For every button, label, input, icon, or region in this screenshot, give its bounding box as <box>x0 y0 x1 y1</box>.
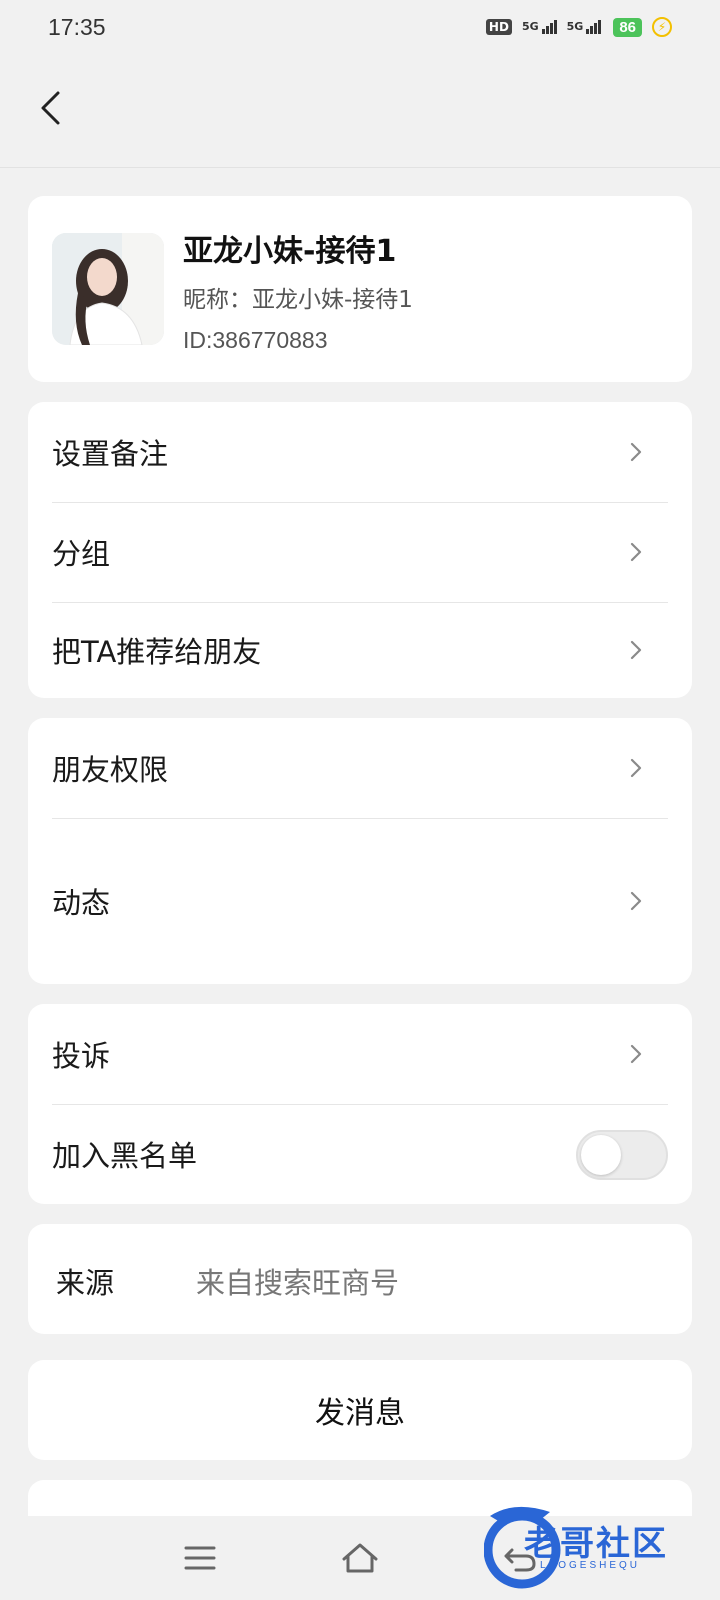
recommend-to-friend-row[interactable]: 把TA推荐给朋友 <box>52 602 668 698</box>
settings-section-3: 投诉 加入黑名单 <box>28 1004 692 1204</box>
moments-label: 动态 <box>52 886 111 920</box>
watermark-subtext: LAOGESHEQU <box>540 1560 641 1571</box>
watermark-logo: 老哥社区 LAOGESHEQU <box>484 1500 712 1592</box>
chevron-right-icon <box>630 542 642 562</box>
chevron-left-icon <box>41 91 60 125</box>
back-button[interactable] <box>28 86 72 130</box>
source-value: 来自搜索旺商号 <box>196 1266 400 1300</box>
toggle-knob <box>581 1135 621 1175</box>
set-remark-label: 设置备注 <box>52 437 169 471</box>
chevron-right-icon <box>630 1044 642 1064</box>
network-type-2: 5G <box>566 20 584 33</box>
blacklist-toggle[interactable] <box>576 1130 668 1180</box>
network-type-1: 5G <box>521 20 539 33</box>
complaint-label: 投诉 <box>52 1039 111 1073</box>
source-label: 来源 <box>56 1266 115 1300</box>
charging-icon: ⚡ <box>652 17 672 37</box>
status-icons: HD 5G 5G 86 ⚡ <box>485 17 672 37</box>
moments-row[interactable]: 动态 <box>52 818 668 984</box>
status-bar: 17:35 HD 5G 5G 86 ⚡ <box>0 0 720 54</box>
profile-nickname: 昵称：亚龙小妹-接待1 <box>183 287 413 313</box>
recommend-label: 把TA推荐给朋友 <box>52 635 262 669</box>
home-button[interactable] <box>338 1536 382 1580</box>
chevron-right-icon <box>630 640 642 660</box>
menu-icon <box>184 1546 216 1570</box>
settings-section-2: 朋友权限 动态 <box>28 718 692 984</box>
watermark-text: 老哥社区 <box>524 1524 668 1564</box>
hd-voice-icon: HD <box>485 19 512 35</box>
friend-permissions-row[interactable]: 朋友权限 <box>52 718 668 818</box>
chevron-right-icon <box>630 891 642 911</box>
profile-id: ID:386770883 <box>183 327 328 353</box>
status-time: 17:35 <box>48 13 106 40</box>
set-remark-row[interactable]: 设置备注 <box>52 402 668 502</box>
send-message-button[interactable]: 发消息 <box>28 1360 692 1460</box>
group-label: 分组 <box>52 537 111 571</box>
blacklist-label: 加入黑名单 <box>52 1139 198 1173</box>
group-row[interactable]: 分组 <box>52 502 668 602</box>
profile-card: 亚龙小妹-接待1 昵称：亚龙小妹-接待1 ID:386770883 <box>28 196 692 382</box>
battery-icon: 86 <box>613 17 642 37</box>
send-message-label: 发消息 <box>315 1396 405 1431</box>
signal-icon-2: 5G <box>567 20 602 34</box>
top-bar <box>0 54 720 168</box>
chevron-right-icon <box>630 442 642 462</box>
source-card: 来源 来自搜索旺商号 <box>28 1224 692 1334</box>
avatar-image <box>52 233 164 345</box>
profile-name: 亚龙小妹-接待1 <box>183 234 397 269</box>
menu-button[interactable] <box>178 1536 222 1580</box>
home-icon <box>342 1543 378 1573</box>
signal-icon: 5G <box>522 20 557 34</box>
avatar[interactable] <box>52 233 164 345</box>
settings-section-1: 设置备注 分组 把TA推荐给朋友 <box>28 402 692 698</box>
chevron-right-icon <box>630 758 642 778</box>
complaint-row[interactable]: 投诉 <box>52 1004 668 1104</box>
friend-permissions-label: 朋友权限 <box>52 753 169 787</box>
